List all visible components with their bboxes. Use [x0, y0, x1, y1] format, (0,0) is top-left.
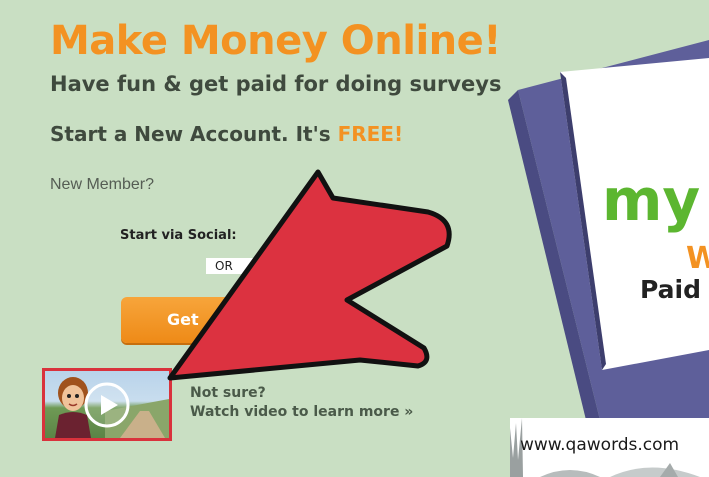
or-divider: OR: [206, 258, 275, 274]
landing-page: Make Money Online! Have fun & get paid f…: [0, 0, 709, 477]
video-thumbnail[interactable]: [42, 368, 172, 441]
social-signup-label: Start via Social:: [120, 228, 237, 243]
watermark-box: www.qawords.com: [510, 418, 709, 477]
get-started-button[interactable]: Get: [121, 297, 321, 343]
new-member-label: New Member?: [50, 176, 155, 193]
page-subhead: Have fun & get paid for doing surveys: [50, 72, 502, 96]
video-preview-illustration: [55, 377, 169, 438]
monitor-word-text: W: [686, 241, 709, 276]
watch-video-link[interactable]: Watch video to learn more »: [190, 404, 413, 420]
page-headline: Make Money Online!: [50, 18, 502, 64]
monitor-logo-text: my: [602, 166, 700, 234]
watermark-text: www.qawords.com: [520, 435, 680, 455]
signup-heading: Start a New Account. It's FREE!: [50, 122, 403, 146]
signup-heading-text: Start a New Account. It's: [50, 122, 338, 146]
monitor-tagline-text: Paid: [640, 275, 701, 304]
free-highlight: FREE!: [337, 122, 404, 146]
not-sure-label: Not sure?: [190, 385, 266, 401]
monitor-illustration: my W Paid: [508, 40, 709, 420]
